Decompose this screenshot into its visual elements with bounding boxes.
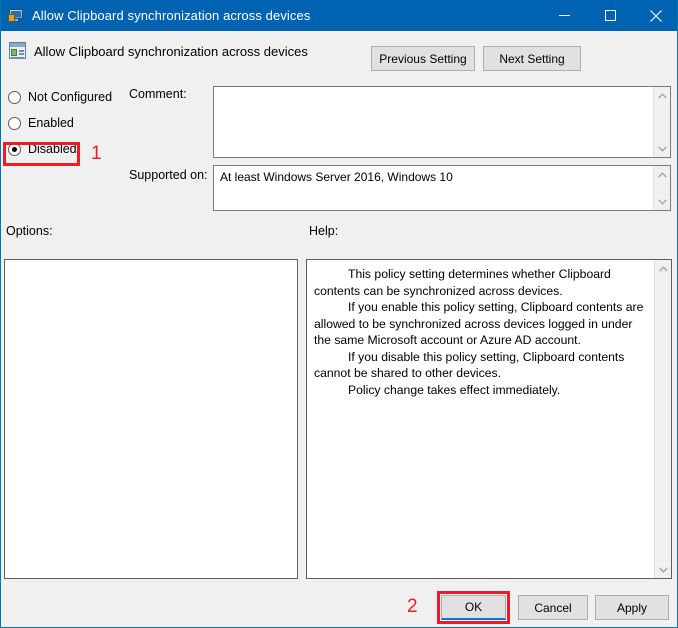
supported-on-label: Supported on: <box>129 168 208 182</box>
minimize-button[interactable] <box>541 0 587 31</box>
comment-text[interactable] <box>214 87 653 157</box>
supported-on-field[interactable]: At least Windows Server 2016, Windows 10 <box>213 165 671 211</box>
radio-label-not-configured: Not Configured <box>28 90 113 104</box>
radio-not-configured[interactable]: Not Configured <box>8 86 128 108</box>
window-controls <box>541 0 677 31</box>
radio-indicator <box>8 90 21 104</box>
policy-window-icon <box>8 8 24 24</box>
next-setting-button[interactable]: Next Setting <box>483 46 581 71</box>
policy-document-icon <box>9 42 27 60</box>
setting-title: Allow Clipboard synchronization across d… <box>34 44 308 59</box>
scroll-up-icon[interactable] <box>654 166 671 183</box>
radio-indicator <box>8 116 21 130</box>
radio-label-enabled: Enabled <box>28 116 74 130</box>
close-button[interactable] <box>633 0 677 31</box>
help-paragraph: If you enable this policy setting, Clipb… <box>314 300 644 347</box>
radio-disabled[interactable]: Disabled <box>8 138 128 160</box>
help-panel: This policy setting determines whether C… <box>306 259 672 579</box>
help-paragraph: Policy change takes effect immediately. <box>348 382 561 397</box>
group-policy-setting-window: Allow Clipboard synchronization across d… <box>0 0 678 628</box>
options-label: Options: <box>6 224 53 238</box>
options-panel[interactable] <box>4 259 298 579</box>
annotation-number-1: 1 <box>91 143 102 164</box>
help-paragraph: If you disable this policy setting, Clip… <box>314 349 625 381</box>
help-label: Help: <box>309 224 339 238</box>
help-text: This policy setting determines whether C… <box>307 260 654 578</box>
supported-on-text: At least Windows Server 2016, Windows 10 <box>220 170 453 184</box>
comment-label: Comment: <box>129 87 187 101</box>
window-title: Allow Clipboard synchronization across d… <box>32 8 311 23</box>
comment-field[interactable] <box>213 86 671 158</box>
previous-setting-button[interactable]: Previous Setting <box>371 46 475 71</box>
title-bar: Allow Clipboard synchronization across d… <box>1 0 677 31</box>
cancel-button[interactable]: Cancel <box>518 595 588 620</box>
comment-scrollbar[interactable] <box>653 87 670 157</box>
apply-button[interactable]: Apply <box>595 595 669 620</box>
scroll-down-icon[interactable] <box>654 140 671 157</box>
scroll-down-icon[interactable] <box>654 193 671 210</box>
policy-state-radio-group: Not Configured Enabled Disabled <box>8 86 128 164</box>
radio-indicator <box>8 142 21 156</box>
annotation-number-2: 2 <box>407 596 418 617</box>
scroll-up-icon[interactable] <box>654 87 671 104</box>
maximize-button[interactable] <box>587 0 633 31</box>
supported-on-scrollbar[interactable] <box>653 166 670 210</box>
radio-enabled[interactable]: Enabled <box>8 112 128 134</box>
radio-label-disabled: Disabled <box>28 142 77 156</box>
scroll-down-icon[interactable] <box>655 561 672 578</box>
help-paragraph: This policy setting determines whether C… <box>314 267 611 298</box>
help-scrollbar[interactable] <box>654 260 671 578</box>
scroll-up-icon[interactable] <box>655 260 672 277</box>
ok-button[interactable]: OK <box>441 595 506 620</box>
